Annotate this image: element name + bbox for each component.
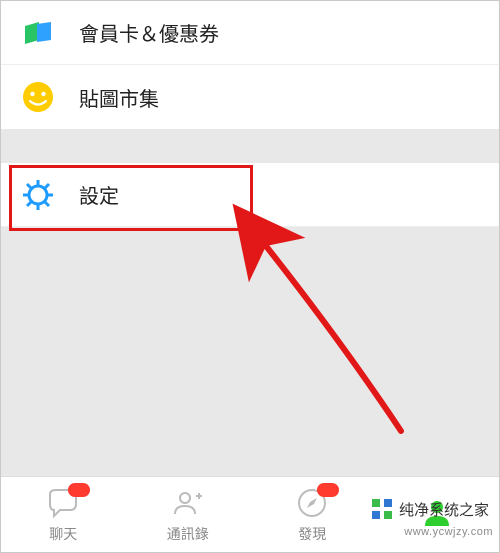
settings-label: 設定 [79,180,119,209]
badge-icon [317,483,339,497]
settings-row[interactable]: 設定 [1,163,499,227]
tab-label: 發現 [298,524,326,544]
smiley-icon [21,80,55,114]
menu-item-membership[interactable]: 會員卡＆優惠券 [1,1,499,65]
tab-discover[interactable]: 發現 [250,477,375,552]
menu-item-label: 貼圖市集 [79,83,159,112]
tab-label: 通訊錄 [167,524,209,544]
badge-icon [68,483,90,497]
section-gap [1,129,499,163]
app-screen: 會員卡＆優惠券 貼圖市集 [0,0,500,553]
watermark-url: www.ycwjzy.com [404,526,493,538]
settings-group: 設定 [1,163,499,227]
menu-group: 會員卡＆優惠券 貼圖市集 [1,1,499,129]
tab-chat[interactable]: 聊天 [1,477,126,552]
watermark: 纯净系统之家 www.ycwjzy.com [367,496,493,522]
gear-icon [21,178,55,212]
menu-item-sticker-market[interactable]: 貼圖市集 [1,65,499,129]
tab-contacts[interactable]: 通訊錄 [126,477,251,552]
wallet-icon [21,16,55,50]
watermark-icon [371,498,393,520]
menu-item-label: 會員卡＆優惠券 [79,18,219,47]
watermark-text: 纯净系统之家 [399,499,489,520]
contacts-icon [171,486,205,520]
tab-label: 聊天 [49,524,77,544]
